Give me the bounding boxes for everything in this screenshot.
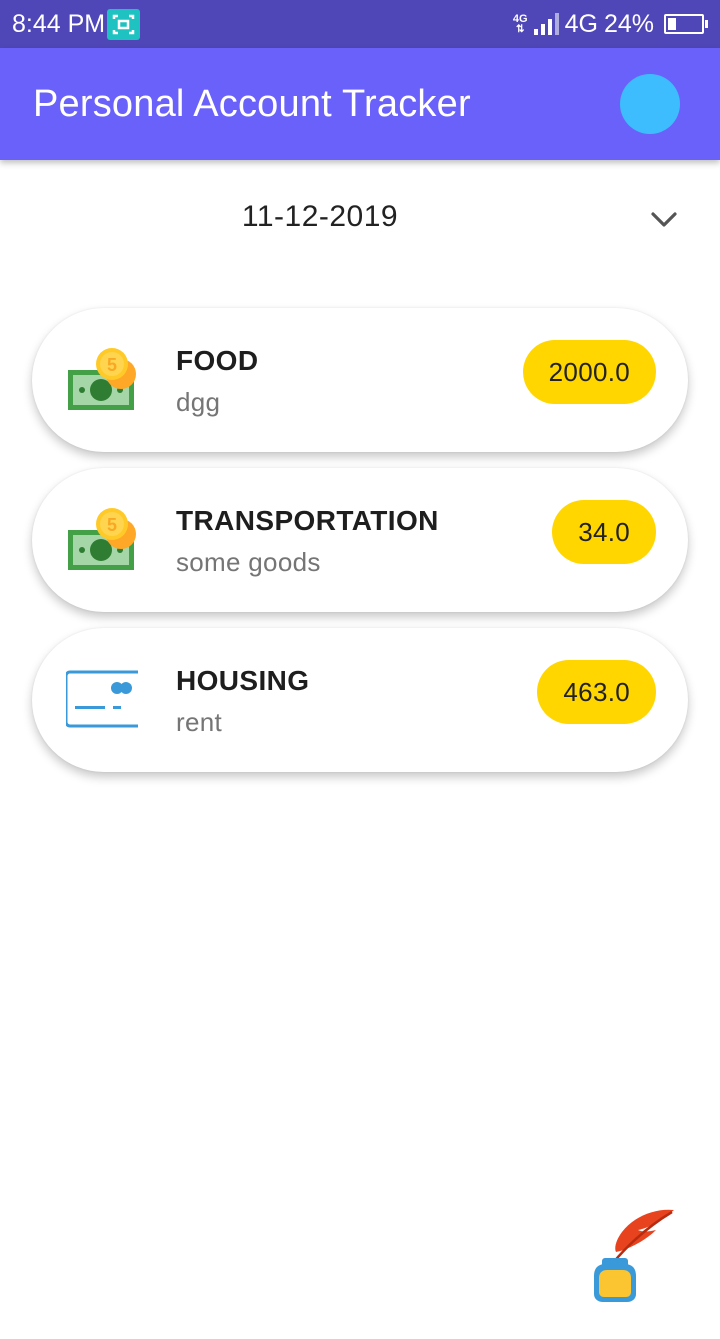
expense-card[interactable]: 5 FOOD dgg 2000.0 — [32, 308, 688, 452]
status-bar: 8:44 PM 4G ⇅ 4G 24% — [0, 0, 720, 48]
battery-level — [668, 18, 676, 30]
screen-scan-icon — [107, 9, 140, 40]
selected-date: 11-12-2019 — [241, 200, 399, 233]
page-title: Personal Account Tracker — [33, 83, 471, 125]
chevron-down-icon[interactable] — [648, 204, 680, 236]
status-time: 8:44 PM — [12, 10, 106, 38]
svg-text:5: 5 — [107, 355, 117, 375]
date-dropdown[interactable]: 11-12-2019 — [0, 190, 720, 246]
expense-card[interactable]: 5 TRANSPORTATION some goods 34.0 — [32, 468, 688, 612]
expense-category: TRANSPORTATION — [176, 505, 439, 536]
money-coins-icon: 5 — [68, 348, 136, 410]
expense-category: FOOD — [176, 345, 259, 376]
quill-ink-icon[interactable] — [586, 1206, 678, 1306]
expense-card[interactable]: HOUSING rent 463.0 — [32, 628, 688, 772]
amount-badge: 463.0 — [537, 660, 656, 724]
network-type-small: 4G — [512, 12, 528, 25]
expense-note: rent — [176, 707, 223, 737]
battery-icon — [664, 14, 708, 34]
data-activity-icon: 4G ⇅ — [512, 12, 528, 35]
signal-icon — [533, 13, 559, 35]
avatar[interactable] — [620, 74, 680, 134]
expense-note: some goods — [176, 547, 321, 577]
svg-text:5: 5 — [107, 515, 117, 535]
amount-badge: 34.0 — [552, 500, 656, 564]
network-type: 4G — [564, 9, 598, 38]
battery-percent: 24% — [603, 9, 654, 38]
expense-note: dgg — [176, 387, 221, 417]
status-indicators: 4G ⇅ 4G 24% — [512, 8, 708, 40]
money-coins-icon: 5 — [68, 508, 136, 570]
app-bar: Personal Account Tracker — [0, 48, 720, 160]
credit-card-icon — [66, 670, 138, 728]
amount-badge: 2000.0 — [522, 340, 656, 404]
expense-category: HOUSING — [176, 665, 310, 696]
